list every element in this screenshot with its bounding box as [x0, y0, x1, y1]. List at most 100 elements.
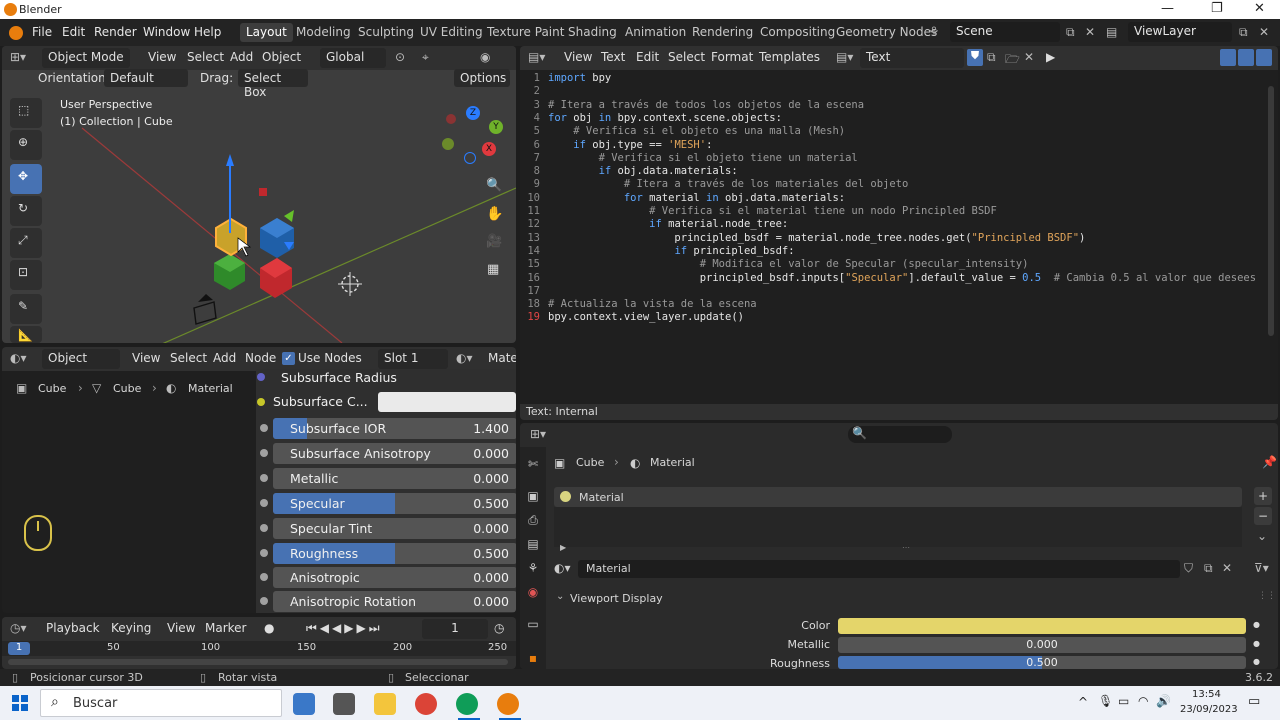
code-line[interactable]: bpy.context.view_layer.update() [548, 311, 744, 324]
viewport-menu-select[interactable]: Select [187, 50, 224, 64]
material-short-label[interactable]: Mater [488, 351, 516, 365]
wifi-icon[interactable]: ◠ [1138, 694, 1148, 708]
node-input-row[interactable]: Specular 0.500 [260, 493, 516, 514]
gizmo-y-arrowhead[interactable] [284, 210, 294, 222]
subsurface-color-swatch[interactable] [378, 392, 516, 412]
input-socket[interactable] [260, 573, 268, 581]
file-explorer-icon[interactable] [374, 693, 396, 715]
panel-drag-handle-icon[interactable]: ⋮⋮ [1258, 591, 1276, 601]
slot-menu-chevron-icon[interactable]: ⌄ [1257, 529, 1267, 543]
tab-compositing[interactable]: Compositing [754, 23, 841, 42]
gizmo-neg-y[interactable] [442, 138, 454, 150]
text-menu-text[interactable]: Text [601, 50, 625, 64]
volume-icon[interactable]: 🔊 [1156, 694, 1171, 708]
code-line[interactable]: # Actualiza la vista de la escena [548, 298, 757, 311]
color-anim-dot[interactable]: ● [1253, 620, 1260, 629]
tab-sculpting[interactable]: Sculpting [352, 23, 420, 42]
view-layer-tab-icon[interactable]: ▤ [522, 533, 544, 555]
camera-view-icon[interactable]: 🎥 [486, 234, 502, 249]
text-menu-view[interactable]: View [564, 50, 592, 64]
text-editor-type-icon[interactable]: ▤▾ [528, 50, 545, 64]
gizmo-y-axis[interactable]: Y [489, 120, 503, 134]
input-socket[interactable] [260, 449, 268, 457]
unlink-text-icon[interactable]: ✕ [1024, 50, 1034, 64]
node-input-row[interactable]: Anisotropic 0.000 [260, 567, 516, 588]
node-value-slider[interactable]: Specular Tint 0.000 [273, 518, 516, 539]
gizmo-x-axis[interactable]: X [482, 142, 496, 156]
object-tab-icon[interactable]: ▪ [522, 647, 544, 669]
node-input-row[interactable]: Specular Tint 0.000 [260, 518, 516, 539]
input-socket[interactable] [260, 549, 268, 557]
code-line[interactable]: # Itera a través de todos los objetos de… [548, 99, 864, 112]
node-value-slider[interactable]: Roughness 0.500 [273, 543, 516, 564]
minimize-button[interactable]: — [1161, 1, 1174, 16]
line-numbers-toggle[interactable] [1220, 49, 1236, 66]
properties-type-icon[interactable]: ⊞▾ [530, 427, 546, 441]
code-line[interactable]: # Itera a través de los materiales del o… [548, 178, 908, 191]
tab-shading[interactable]: Shading [562, 23, 623, 42]
object-mode-dropdown[interactable]: Object Mode [42, 48, 130, 68]
timeline-menu-view[interactable]: View [167, 621, 195, 635]
code-line[interactable]: # Verifica si el material tiene un nodo … [548, 205, 997, 218]
roughness-slider[interactable]: 0.500 [838, 656, 1246, 669]
current-frame-field[interactable]: 1 [422, 619, 488, 639]
tray-expand-icon[interactable]: ^ [1078, 695, 1088, 709]
text-scrollbar[interactable] [1268, 86, 1274, 336]
chrome-profile-icon[interactable] [456, 693, 478, 715]
menu-file[interactable]: File [32, 25, 52, 39]
material-filter-icon[interactable]: ⊽▾ [1254, 561, 1269, 575]
tab-rendering[interactable]: Rendering [686, 23, 759, 42]
3d-viewport[interactable]: ⊞▾ Object Mode View Select Add Object Gl… [2, 46, 516, 343]
material-unlink-icon[interactable]: ✕ [1222, 561, 1232, 575]
open-text-icon[interactable]: 🗁 [1005, 50, 1020, 71]
word-wrap-toggle[interactable] [1238, 49, 1254, 66]
node-editor-type-icon[interactable]: ◐▾ [10, 351, 27, 365]
options-dropdown[interactable]: Options [454, 69, 510, 87]
add-slot-button[interactable]: + [1254, 487, 1272, 505]
tab-animation[interactable]: Animation [619, 23, 692, 42]
gizmo-z-arrowhead[interactable] [226, 154, 234, 166]
gizmo-z-axis[interactable]: Z [466, 106, 480, 120]
node-value-slider[interactable]: Anisotropic 0.000 [273, 567, 516, 588]
timeline-type-icon[interactable]: ◷▾ [10, 621, 27, 635]
input-socket[interactable] [260, 424, 268, 432]
slot-dropdown[interactable]: Slot 1 [378, 349, 448, 369]
material-fake-user-icon[interactable]: ⛉ [1184, 561, 1193, 576]
new-view-layer-icon[interactable]: ⧉ [1239, 25, 1248, 40]
node-value-slider[interactable]: Subsurface Anisotropy 0.000 [273, 443, 516, 464]
tab-modeling[interactable]: Modeling [290, 23, 357, 42]
blender-taskbar-icon[interactable] [497, 693, 519, 715]
node-input-row[interactable]: Metallic 0.000 [260, 468, 516, 489]
text-menu-edit[interactable]: Edit [636, 50, 659, 64]
drag-dropdown[interactable]: Select Box [238, 69, 308, 99]
syntax-highlight-toggle[interactable] [1256, 49, 1272, 66]
input-socket[interactable] [260, 474, 268, 482]
gizmo-neg-x[interactable] [446, 114, 456, 124]
windows-start-icon[interactable] [12, 695, 28, 711]
timeline-editor[interactable]: ◷▾ Playback Keying View Marker ● ⏮◀◀▶▶⏭ … [2, 617, 516, 669]
input-socket[interactable] [260, 597, 268, 605]
node-menu-view[interactable]: View [132, 351, 160, 365]
view-layer-selector[interactable]: ViewLayer [1128, 22, 1232, 42]
text-menu-select[interactable]: Select [668, 50, 705, 64]
scene-tab-icon[interactable]: ⚘ [522, 557, 544, 579]
clock-time[interactable]: 13:54 [1192, 689, 1221, 700]
store-app-icon[interactable] [293, 693, 315, 715]
node-input-row[interactable]: Anisotropic Rotation 0.000 [260, 591, 516, 612]
record-button[interactable]: ● [264, 621, 274, 635]
viewport-display-panel-title[interactable]: Viewport Display [570, 592, 663, 605]
text-menu-templates[interactable]: Templates [759, 50, 820, 64]
remove-slot-button[interactable]: − [1254, 507, 1272, 525]
orientation-dropdown[interactable]: Default [104, 69, 188, 87]
input-socket[interactable] [260, 524, 268, 532]
node-value-slider[interactable]: Metallic 0.000 [273, 468, 516, 489]
code-line[interactable]: if principled_bsdf: [548, 245, 794, 258]
collection-tab-icon[interactable]: ▭ [522, 613, 544, 635]
pan-hand-icon[interactable]: ✋ [486, 206, 503, 222]
input-socket[interactable] [260, 499, 268, 507]
code-line[interactable]: # Verifica si el objeto tiene un materia… [548, 152, 858, 165]
node-input-row[interactable]: Subsurface IOR 1.400 [260, 418, 516, 439]
code-line[interactable]: if obj.data.materials: [548, 165, 738, 178]
menu-render[interactable]: Render [94, 25, 137, 39]
timeline-ruler[interactable]: 1 50 100 150 200 250 [2, 641, 516, 656]
